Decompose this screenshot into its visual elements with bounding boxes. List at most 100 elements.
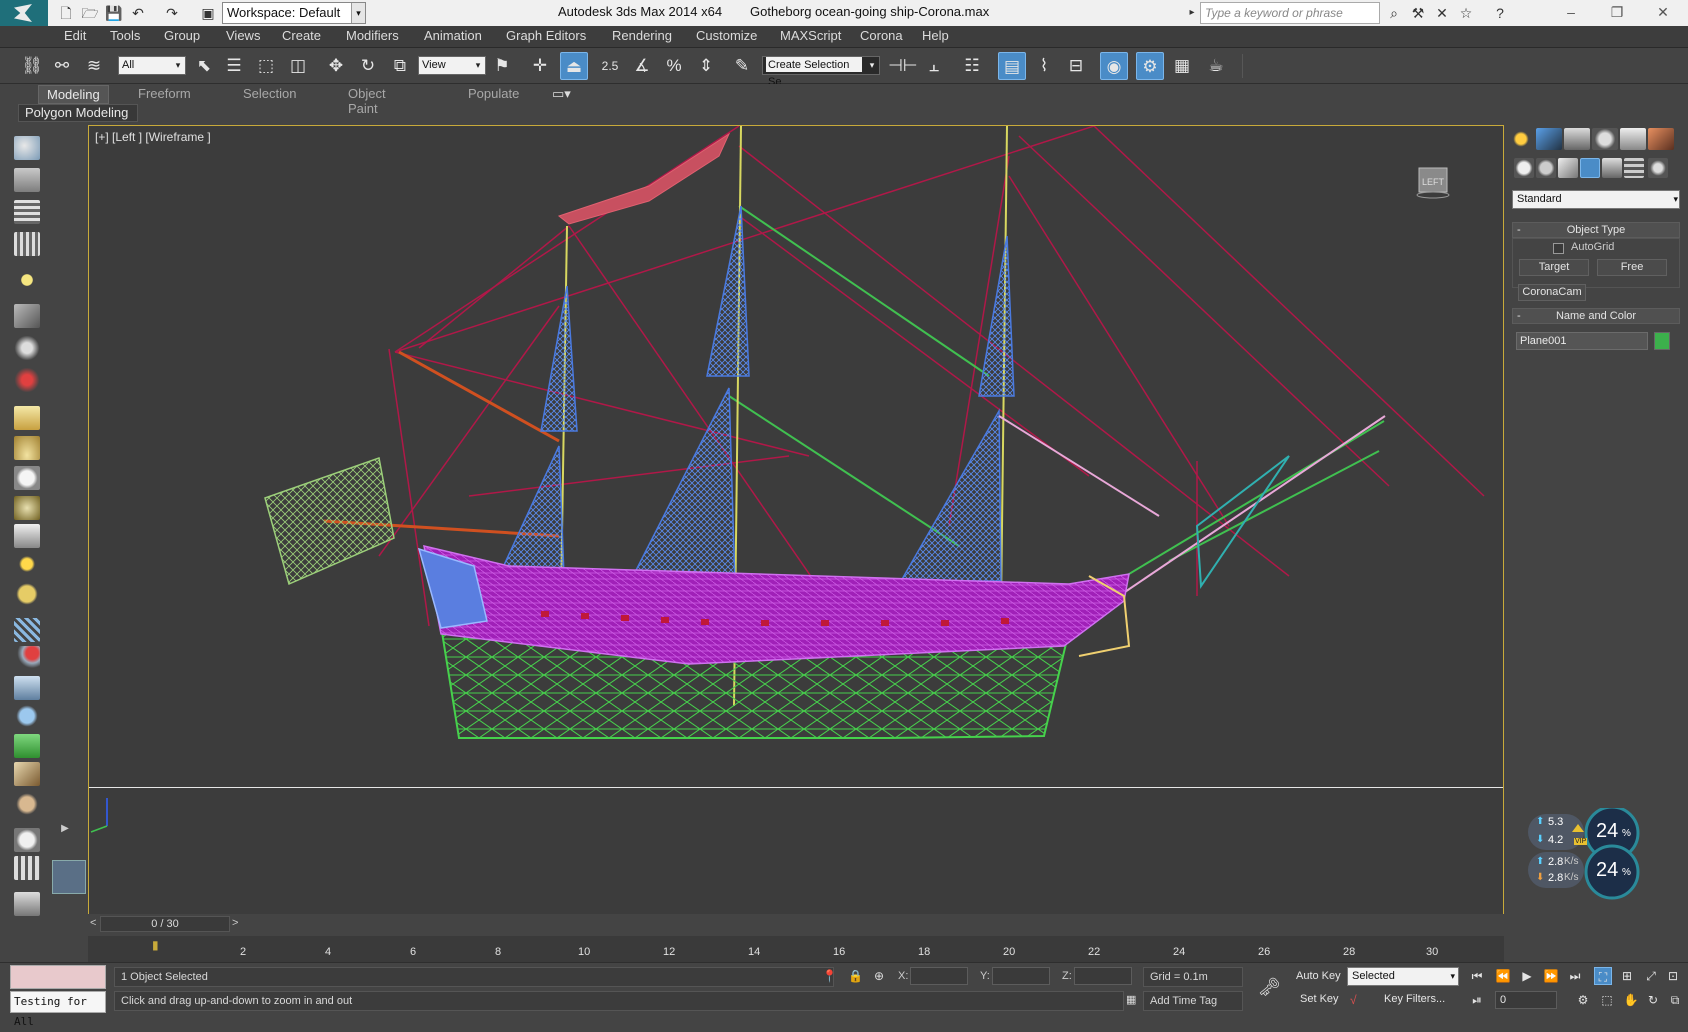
particles-icon[interactable] xyxy=(14,618,40,642)
cone-icon[interactable] xyxy=(14,524,40,548)
angle-snap-icon[interactable]: ∡ xyxy=(628,52,656,80)
skylight-icon[interactable] xyxy=(14,582,40,606)
space-warps-icon[interactable] xyxy=(1624,158,1644,178)
field-of-view-icon[interactable]: ⊡ xyxy=(1664,967,1682,985)
menu-graph-editors[interactable]: Graph Editors xyxy=(506,28,586,43)
new-file-icon[interactable]: 🗋 xyxy=(56,3,76,23)
time-tag-icon[interactable]: ▦ xyxy=(1126,993,1136,1006)
maxscript-listener-input[interactable]: Testing for All xyxy=(10,991,106,1028)
menu-customize[interactable]: Customize xyxy=(696,28,757,43)
cameras-icon[interactable] xyxy=(1580,158,1600,178)
rendered-frame-window-icon[interactable]: ▦ xyxy=(1168,52,1196,80)
key-filters-button[interactable]: Key Filters... xyxy=(1384,993,1445,1005)
create-tab-icon[interactable] xyxy=(1508,128,1534,150)
menu-group[interactable]: Group xyxy=(164,28,200,43)
zoom-region-icon[interactable]: ⬚ xyxy=(1598,991,1616,1009)
pot-icon[interactable] xyxy=(14,496,40,520)
utilities-tab-icon[interactable] xyxy=(1648,128,1674,150)
save-icon[interactable]: 💾 xyxy=(104,3,124,23)
maxscript-listener-output[interactable] xyxy=(10,965,106,989)
go-to-start-icon[interactable]: ⏮ xyxy=(1468,967,1486,985)
undo-icon[interactable]: ↶ xyxy=(128,3,148,23)
mirror-icon[interactable]: ⊣⊢ xyxy=(888,52,918,80)
search-input[interactable]: Type a keyword or phrase xyxy=(1200,2,1380,24)
time-slider-thumb[interactable]: 0 / 30 xyxy=(100,916,230,932)
motion-tab-icon[interactable] xyxy=(1592,128,1618,150)
display-tab-icon[interactable] xyxy=(1620,128,1646,150)
move-icon[interactable]: ✥ xyxy=(322,52,350,80)
tab-object-paint[interactable]: Object Paint xyxy=(348,86,386,116)
snap-toggle-icon[interactable]: 2.5 xyxy=(596,52,624,80)
unlink-icon[interactable]: ⚯ xyxy=(48,52,76,80)
close-icon[interactable]: ✕ xyxy=(1640,0,1686,26)
menu-modifiers[interactable]: Modifiers xyxy=(346,28,399,43)
maximize-toggle-icon[interactable]: ⧉ xyxy=(1666,991,1684,1009)
key-mode-toggle-icon[interactable]: ⏯ xyxy=(1468,991,1486,1009)
category-dropdown[interactable]: Standard ▾ xyxy=(1512,190,1680,209)
viewport-left-wireframe[interactable]: [+] [Left ] [Wireframe ] LEFT xyxy=(88,125,1504,916)
helper-icon[interactable] xyxy=(14,336,40,360)
object-name-field[interactable]: Plane001 xyxy=(1516,332,1648,350)
ribbon-options-icon[interactable]: ▭▾ xyxy=(552,86,571,102)
orbit-icon[interactable]: ↻ xyxy=(1644,991,1662,1009)
select-by-name-icon[interactable]: ☰ xyxy=(220,52,248,80)
cloth-icon[interactable] xyxy=(14,792,40,816)
menu-corona[interactable]: Corona xyxy=(860,28,903,43)
scene-explorer-icon[interactable]: ▤ xyxy=(998,52,1026,80)
edit-named-selection-icon[interactable]: ✎ xyxy=(728,52,756,80)
render-setup-icon[interactable]: ⚙ xyxy=(1136,52,1164,80)
app-logo-icon[interactable] xyxy=(0,0,48,26)
minimize-icon[interactable]: – xyxy=(1548,0,1594,26)
plant-icon[interactable] xyxy=(14,734,40,758)
open-file-icon[interactable]: 🗁 xyxy=(80,3,100,23)
helpers-icon[interactable] xyxy=(1602,158,1622,178)
list-icon[interactable] xyxy=(14,200,40,224)
menu-edit[interactable]: Edit xyxy=(64,28,86,43)
named-selection-dropdown[interactable]: Create Selection Se ▾ xyxy=(762,56,880,88)
menu-create[interactable]: Create xyxy=(282,28,321,43)
spinner-snap-icon[interactable]: ⇕ xyxy=(692,52,720,80)
coronacam-button[interactable]: CoronaCam xyxy=(1518,284,1586,301)
light-bulb-icon[interactable] xyxy=(14,268,40,292)
previous-frame-icon[interactable]: ⏪ xyxy=(1494,967,1512,985)
expand-arrow-icon[interactable]: ▶ xyxy=(56,820,74,838)
key-curve-icon[interactable]: √ xyxy=(1350,993,1357,1007)
render-production-icon[interactable]: ☕ xyxy=(1202,52,1230,80)
go-to-end-icon[interactable]: ⏭ xyxy=(1566,967,1584,985)
time-config-icon[interactable]: ⚙ xyxy=(1574,991,1592,1009)
subscription-icon[interactable]: ⚒ xyxy=(1408,3,1428,23)
z-coordinate-field[interactable] xyxy=(1074,967,1132,985)
select-object-icon[interactable]: ⬉ xyxy=(190,52,218,80)
restore-icon[interactable]: ❐ xyxy=(1594,0,1640,26)
menu-help[interactable]: Help xyxy=(922,28,949,43)
set-key-button[interactable]: Set Key xyxy=(1300,993,1339,1005)
ref-coord-dropdown[interactable]: View ▾ xyxy=(418,56,486,75)
rect-selection-icon[interactable]: ⬚ xyxy=(252,52,280,80)
track-bar[interactable]: ▮ 2 4 6 8 10 12 14 16 18 20 22 24 26 28 … xyxy=(88,936,1504,962)
favorites-star-icon[interactable]: ☆ xyxy=(1456,3,1476,23)
tab-populate[interactable]: Populate xyxy=(468,86,519,101)
key-icon[interactable]: 🗝 xyxy=(1258,977,1281,998)
sun-icon[interactable] xyxy=(14,552,40,576)
selection-filter-dropdown[interactable]: All ▾ xyxy=(118,56,186,75)
document-icon[interactable] xyxy=(14,892,40,916)
maximize-viewport-icon[interactable]: ⤢ xyxy=(1642,967,1660,985)
grid-table-icon[interactable] xyxy=(14,232,40,256)
modify-tab-icon[interactable] xyxy=(1536,128,1562,150)
polygon-modeling-panel[interactable]: Polygon Modeling xyxy=(18,104,138,122)
hierarchy-tab-icon[interactable] xyxy=(1564,128,1590,150)
next-frame-icon[interactable]: ⏩ xyxy=(1542,967,1560,985)
rotate-icon[interactable]: ↻ xyxy=(354,52,382,80)
bind-space-warp-icon[interactable]: ≋ xyxy=(80,52,108,80)
layer-manager-icon[interactable]: ☷ xyxy=(958,52,986,80)
key-mode-dropdown[interactable]: Selected ▾ xyxy=(1347,967,1459,986)
dome-icon[interactable] xyxy=(14,436,40,460)
free-button[interactable]: Free xyxy=(1597,259,1667,276)
search-expand-icon[interactable]: ▸ xyxy=(1182,3,1202,23)
pivot-center-icon[interactable]: ⚑ xyxy=(488,52,516,80)
tab-modeling[interactable]: Modeling xyxy=(38,85,109,104)
mini-curve-editor-icon[interactable] xyxy=(52,860,86,894)
material-sphere-icon[interactable] xyxy=(14,828,40,852)
lock-icon[interactable]: 🔒 xyxy=(848,969,863,983)
teapot-icon[interactable] xyxy=(14,136,40,160)
